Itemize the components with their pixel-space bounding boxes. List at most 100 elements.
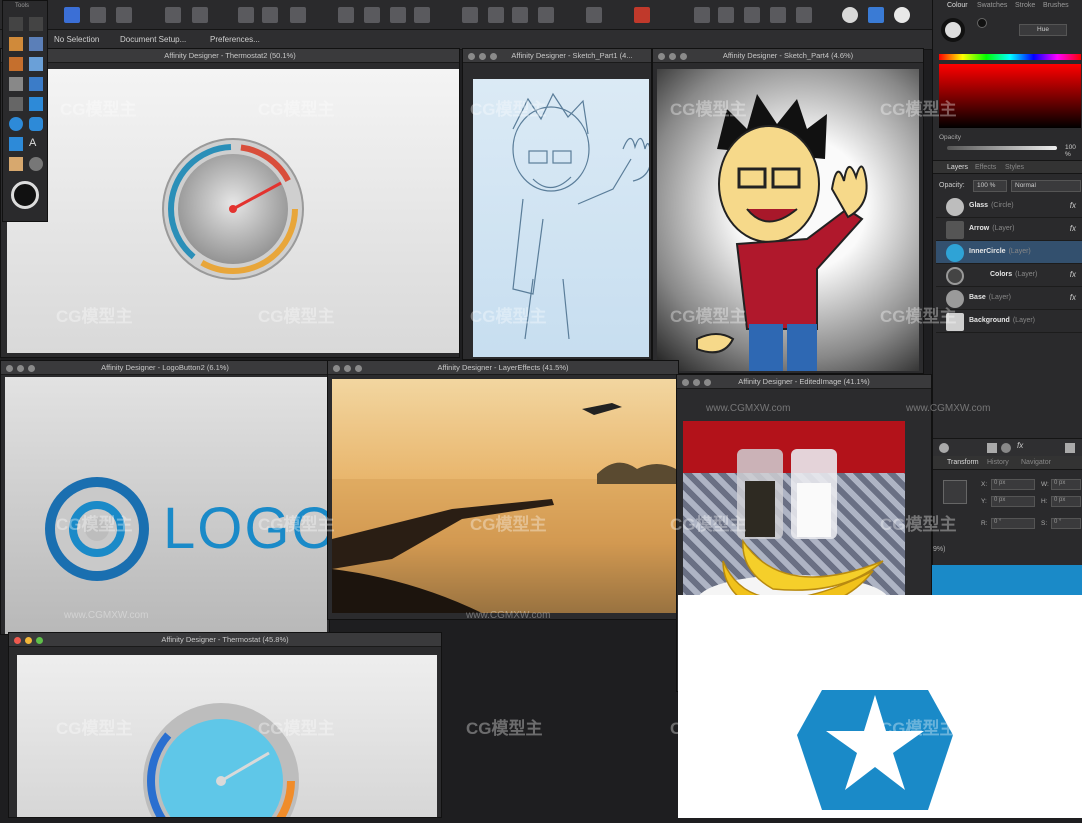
snapping-icon[interactable]	[192, 7, 208, 23]
snap-magnet-icon[interactable]	[634, 7, 650, 23]
tab-history[interactable]: History	[987, 459, 1009, 466]
assistant-icon[interactable]	[842, 7, 858, 23]
ellipse-tool-icon[interactable]	[9, 117, 23, 131]
boolean-divide-icon[interactable]	[770, 7, 786, 23]
close-dot[interactable]	[468, 53, 475, 60]
brush-tool-icon[interactable]	[9, 57, 23, 71]
tab-styles[interactable]: Styles	[1005, 164, 1024, 171]
preferences-button[interactable]: Preferences...	[210, 35, 260, 44]
move-tool-icon[interactable]	[9, 17, 23, 31]
tab-brushes[interactable]: Brushes	[1043, 2, 1069, 9]
flip-icon[interactable]	[586, 7, 602, 23]
grid-icon[interactable]	[290, 7, 306, 23]
star-canvas[interactable]	[678, 595, 1082, 818]
layer-name: Colors	[990, 271, 1013, 278]
layer-row-innercircle[interactable]: InnerCircle (Layer)	[936, 241, 1082, 264]
y-field[interactable]: 0 px	[991, 496, 1035, 507]
pixel-persona-icon[interactable]	[90, 7, 106, 23]
add-layer-icon[interactable]	[939, 443, 949, 453]
boolean-add-icon[interactable]	[694, 7, 710, 23]
photo-canvas[interactable]	[332, 379, 676, 613]
help-icon[interactable]	[894, 7, 910, 23]
main-toolbar	[0, 0, 932, 30]
rectangle-tool-icon[interactable]	[29, 97, 43, 111]
triangle-tool-icon[interactable]	[9, 137, 23, 151]
fx-icon[interactable]: fx	[1070, 293, 1076, 302]
place-image-tool-icon[interactable]	[29, 77, 43, 91]
order-forward-icon[interactable]	[390, 7, 406, 23]
align-right-icon[interactable]	[512, 7, 528, 23]
tab-navigator[interactable]: Navigator	[1021, 459, 1051, 466]
delete-layer-icon[interactable]	[1065, 443, 1075, 453]
shear-field[interactable]: 0 °	[1051, 518, 1081, 529]
boolean-xor-icon[interactable]	[796, 7, 812, 23]
fill-swatch-icon[interactable]	[941, 18, 965, 42]
studio-icon[interactable]	[868, 7, 884, 23]
window-layereffects: Affinity Designer - LayerEffects (41.5%)	[327, 360, 679, 620]
transform-icon[interactable]	[238, 7, 254, 23]
order-back-icon[interactable]	[338, 7, 354, 23]
color-swatch-icon[interactable]	[11, 181, 39, 209]
zoom-readout: 9%)	[933, 546, 946, 553]
rounded-rect-tool-icon[interactable]	[29, 117, 43, 131]
tab-colour[interactable]: Colour	[947, 2, 968, 9]
watermark: CG模型主	[880, 307, 957, 326]
watermark-url: www.CGMXW.com	[64, 610, 149, 621]
tab-layers[interactable]: Layers	[947, 164, 968, 171]
order-front-icon[interactable]	[414, 7, 430, 23]
fill-tool-icon[interactable]	[29, 57, 43, 71]
logo-canvas[interactable]: LOGO	[5, 377, 329, 634]
node-tool-icon[interactable]	[29, 17, 43, 31]
tab-transform[interactable]: Transform	[947, 459, 979, 466]
designer-persona-icon[interactable]	[64, 7, 80, 23]
text-tool-icon[interactable]: A	[29, 137, 43, 151]
document-setup-button[interactable]: Document Setup...	[120, 35, 186, 44]
x-field[interactable]: 0 px	[991, 479, 1035, 490]
adjustment-icon[interactable]	[1001, 443, 1011, 453]
fx-icon[interactable]: fx	[1070, 224, 1076, 233]
h-field[interactable]: 0 px	[1051, 496, 1081, 507]
w-field[interactable]: 0 px	[1051, 479, 1081, 490]
layer-row-arrow[interactable]: Arrow (Layer) fx	[936, 218, 1082, 241]
mask-icon[interactable]	[987, 443, 997, 453]
layer-kind: (Layer)	[992, 225, 1015, 232]
layer-row-background[interactable]: Background (Layer)	[936, 310, 1082, 333]
minimize-dot[interactable]	[479, 53, 486, 60]
tab-swatches[interactable]: Swatches	[977, 2, 1007, 9]
watermark: CG模型主	[258, 307, 335, 326]
rotation-field[interactable]: 0 °	[991, 518, 1035, 529]
hue-slider[interactable]	[939, 54, 1081, 60]
pen-tool-icon[interactable]	[9, 37, 23, 51]
boolean-subtract-icon[interactable]	[718, 7, 734, 23]
eyedropper-icon[interactable]	[977, 18, 987, 28]
opacity-slider[interactable]	[947, 146, 1057, 150]
layer-row-base[interactable]: Base (Layer) fx	[936, 287, 1082, 310]
insert-icon[interactable]	[262, 7, 278, 23]
colour-mode-select[interactable]: Hue	[1019, 24, 1067, 36]
order-backward-icon[interactable]	[364, 7, 380, 23]
tab-effects[interactable]: Effects	[975, 164, 996, 171]
pencil-tool-icon[interactable]	[29, 37, 43, 51]
boolean-intersect-icon[interactable]	[744, 7, 760, 23]
fx-icon[interactable]: fx	[1070, 270, 1076, 279]
blend-mode-select[interactable]: Normal	[1011, 180, 1081, 192]
crop-tool-icon[interactable]	[9, 97, 23, 111]
layers-opacity-field[interactable]: 100 %	[973, 180, 1007, 192]
layer-row-colors[interactable]: Colors (Layer) fx	[936, 264, 1082, 287]
distribute-icon[interactable]	[538, 7, 554, 23]
align-center-icon[interactable]	[488, 7, 504, 23]
layer-thumbnail	[946, 267, 964, 285]
fx-icon[interactable]: fx	[1017, 441, 1023, 450]
layer-thumbnail	[946, 244, 964, 262]
align-icon[interactable]	[462, 7, 478, 23]
anchor-selector[interactable]	[943, 480, 967, 504]
fx-icon[interactable]: fx	[1070, 201, 1076, 210]
transparency-tool-icon[interactable]	[9, 77, 23, 91]
layer-row-glass[interactable]: Glass (Circle) fx	[936, 195, 1082, 218]
arrange-icon[interactable]	[165, 7, 181, 23]
colour-field[interactable]	[939, 64, 1081, 128]
zoom-tool-icon[interactable]	[29, 157, 43, 171]
hand-tool-icon[interactable]	[9, 157, 23, 171]
export-persona-icon[interactable]	[116, 7, 132, 23]
tab-stroke[interactable]: Stroke	[1015, 2, 1035, 9]
